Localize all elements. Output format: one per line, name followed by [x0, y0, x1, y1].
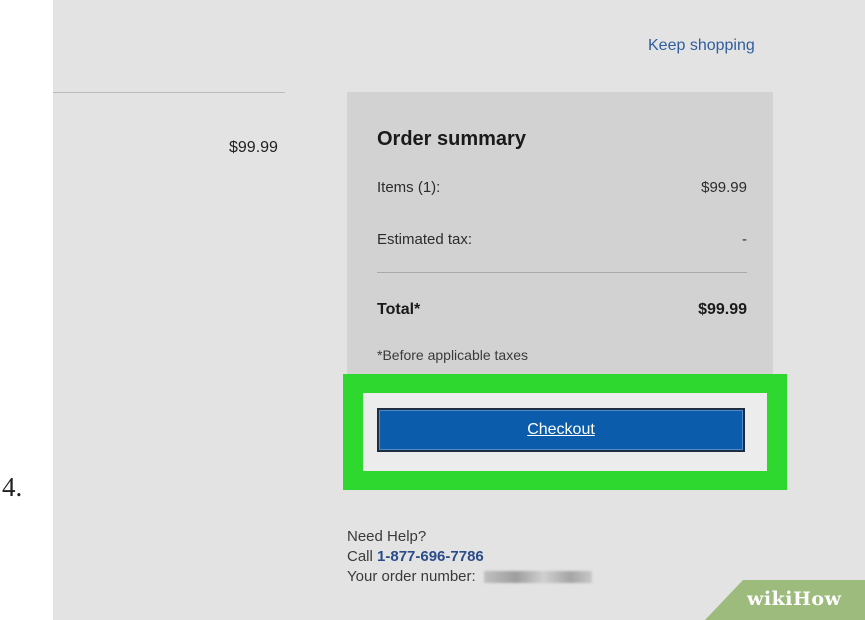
order-summary-title: Order summary: [377, 128, 526, 150]
items-value: $99.99: [701, 179, 747, 196]
checkout-highlight: Checkout: [343, 374, 787, 490]
help-call-line: Call 1-877-696-7786: [347, 547, 592, 567]
help-title: Need Help?: [347, 528, 427, 545]
estimated-tax-value: -: [742, 231, 747, 248]
total-value: $99.99: [698, 301, 747, 318]
tax-note: *Before applicable taxes: [377, 347, 528, 363]
checkout-button[interactable]: Checkout: [377, 408, 745, 452]
order-number-line: Your order number:: [347, 567, 592, 587]
estimated-tax-label: Estimated tax:: [377, 231, 473, 248]
help-section: Need Help? Call 1-877-696-7786 Your orde…: [347, 527, 592, 587]
summary-divider: [377, 272, 747, 273]
watermark-how: How: [792, 588, 842, 610]
order-number-redacted: [483, 571, 592, 584]
call-prefix: Call: [347, 548, 373, 565]
items-label: Items (1):: [377, 179, 441, 196]
phone-number-link[interactable]: 1-877-696-7786: [377, 548, 484, 565]
checkout-button-container: Checkout: [363, 393, 767, 471]
watermark-text: wikiHow: [747, 588, 841, 610]
wikihow-watermark: wikiHow: [705, 580, 865, 620]
watermark-wiki: wiki: [747, 588, 793, 610]
order-summary-panel: Order summary Items (1): $99.99 Estimate…: [347, 92, 773, 374]
cart-divider: [53, 92, 285, 93]
checkout-screen: Keep shopping $99.99 Order summary Items…: [53, 0, 865, 620]
cart-item-price: $99.99: [229, 139, 278, 156]
total-label: Total*: [377, 301, 421, 318]
order-number-label: Your order number:: [347, 568, 476, 585]
step-number: 4.: [2, 472, 23, 502]
keep-shopping-link[interactable]: Keep shopping: [648, 37, 755, 55]
